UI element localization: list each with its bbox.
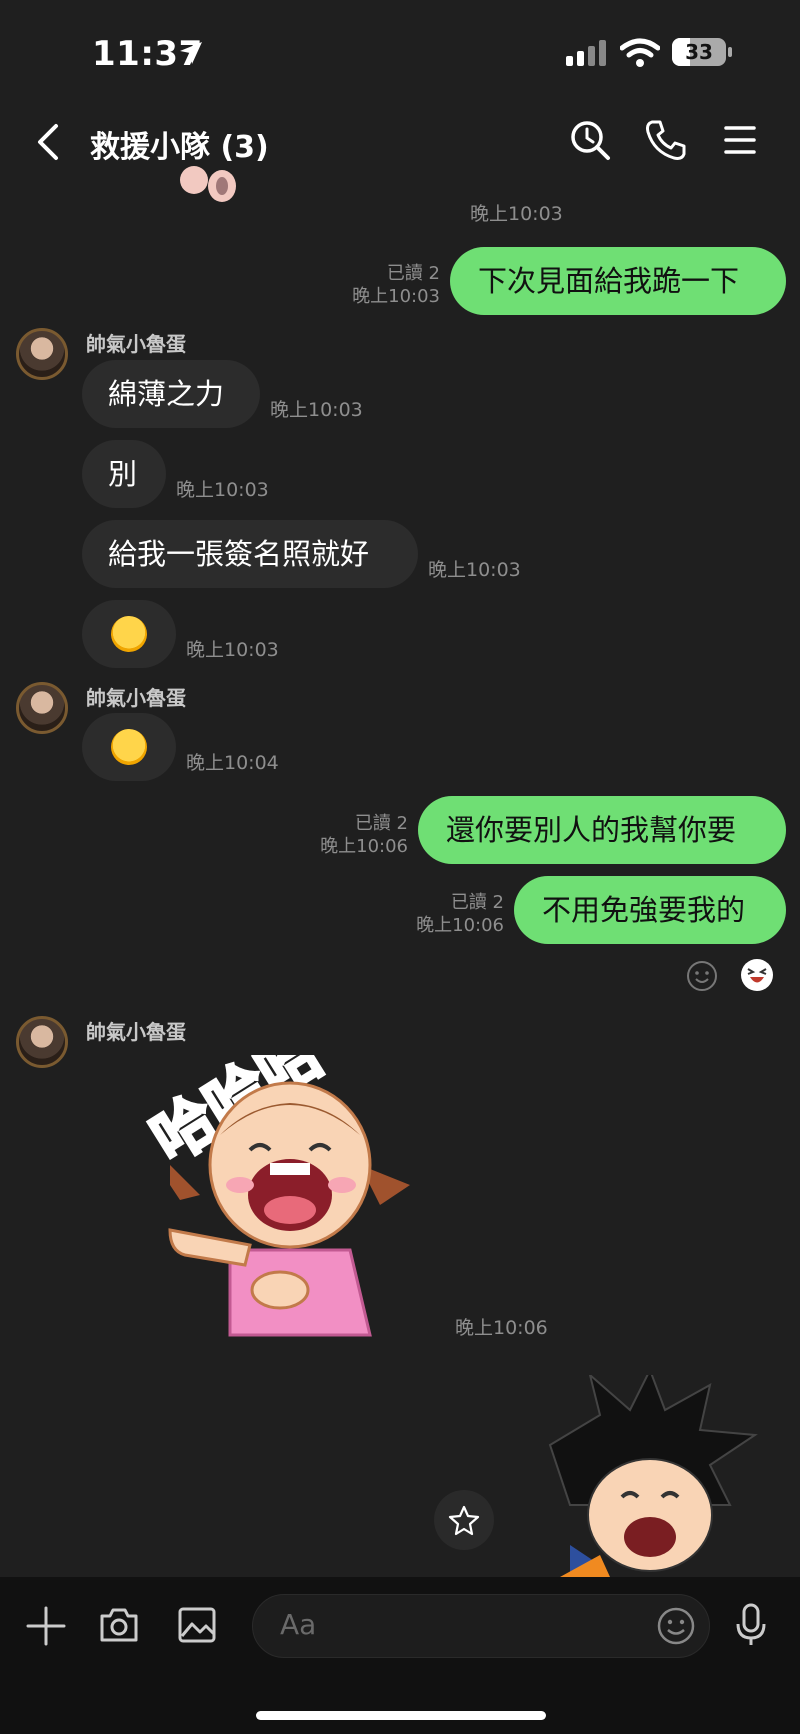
laughing-reaction-icon[interactable] <box>740 958 774 992</box>
read-receipt: 已讀 2 <box>354 813 408 834</box>
message-time: 晚上10:03 <box>470 203 563 225</box>
phone-icon[interactable] <box>644 118 688 162</box>
avatar[interactable] <box>16 682 68 734</box>
message-bubble-incoming[interactable]: 別 <box>82 440 166 508</box>
emoji-icon[interactable] <box>656 1606 696 1646</box>
message-text: 還你要別人的我幫你要 <box>446 813 737 847</box>
home-indicator <box>256 1711 546 1720</box>
message-time: 晚上10:03 <box>352 286 440 307</box>
message-bubble-incoming[interactable] <box>82 713 176 781</box>
message-text: 別 <box>108 457 138 491</box>
message-bubble-outgoing[interactable]: 不用免強要我的 <box>514 876 786 944</box>
message-time: 晚上10:06 <box>455 1317 548 1339</box>
read-receipt: 已讀 2 <box>450 892 504 913</box>
mic-icon[interactable] <box>734 1602 768 1648</box>
back-icon[interactable] <box>34 122 60 162</box>
search-icon[interactable] <box>568 118 612 162</box>
message-time: 晚上10:03 <box>270 399 363 421</box>
battery-indicator: 33 <box>672 38 726 66</box>
message-text: 下次見面給我跪一下 <box>478 264 740 298</box>
battery-level: 33 <box>685 40 713 64</box>
message-bubble-outgoing[interactable]: 下次見面給我跪一下 <box>450 247 786 315</box>
message-bubble-incoming[interactable]: 綿薄之力 <box>82 360 260 428</box>
message-time: 晚上10:03 <box>186 639 279 661</box>
message-text: 給我一張簽名照就好 <box>108 537 370 571</box>
message-time: 晚上10:06 <box>320 836 408 857</box>
read-receipt: 已讀 2 <box>386 263 440 284</box>
wifi-icon <box>620 38 660 67</box>
battery-tip <box>728 47 732 57</box>
sender-name: 帥氣小魯蛋 <box>86 1020 186 1044</box>
image-icon[interactable] <box>176 1604 218 1646</box>
message-time: 晚上10:06 <box>416 915 504 936</box>
message-bubble-outgoing[interactable]: 還你要別人的我幫你要 <box>418 796 786 864</box>
message-text: 不用免強要我的 <box>542 893 746 927</box>
sender-name: 帥氣小魯蛋 <box>86 332 186 356</box>
keep-button[interactable] <box>434 1490 494 1550</box>
message-time: 晚上10:03 <box>176 479 269 501</box>
sticker-partial-top <box>180 166 236 202</box>
message-input-placeholder: Aa <box>280 1608 317 1641</box>
message-bubble-incoming[interactable] <box>82 600 176 668</box>
message-time: 晚上10:03 <box>428 559 521 581</box>
add-reaction-icon[interactable] <box>686 960 718 992</box>
avatar[interactable] <box>16 1016 68 1068</box>
sender-name: 帥氣小魯蛋 <box>86 686 186 710</box>
sticker-laughing-girl[interactable]: 哈哈哈 <box>110 1055 430 1345</box>
sticker-anime-boy[interactable] <box>530 1375 770 1577</box>
message-time: 晚上10:04 <box>186 752 279 774</box>
message-bubble-incoming[interactable]: 給我一張簽名照就好 <box>82 520 418 588</box>
menu-icon[interactable] <box>718 118 762 162</box>
laughing-emoji-icon <box>111 729 147 765</box>
message-text: 綿薄之力 <box>108 377 225 411</box>
avatar[interactable] <box>16 328 68 380</box>
laughing-emoji-icon <box>111 616 147 652</box>
signal-icon <box>566 40 606 66</box>
message-input[interactable] <box>252 1594 710 1658</box>
plus-icon[interactable] <box>26 1606 66 1646</box>
camera-icon[interactable] <box>98 1604 140 1646</box>
star-icon <box>448 1505 480 1536</box>
location-arrow-icon <box>180 42 202 64</box>
